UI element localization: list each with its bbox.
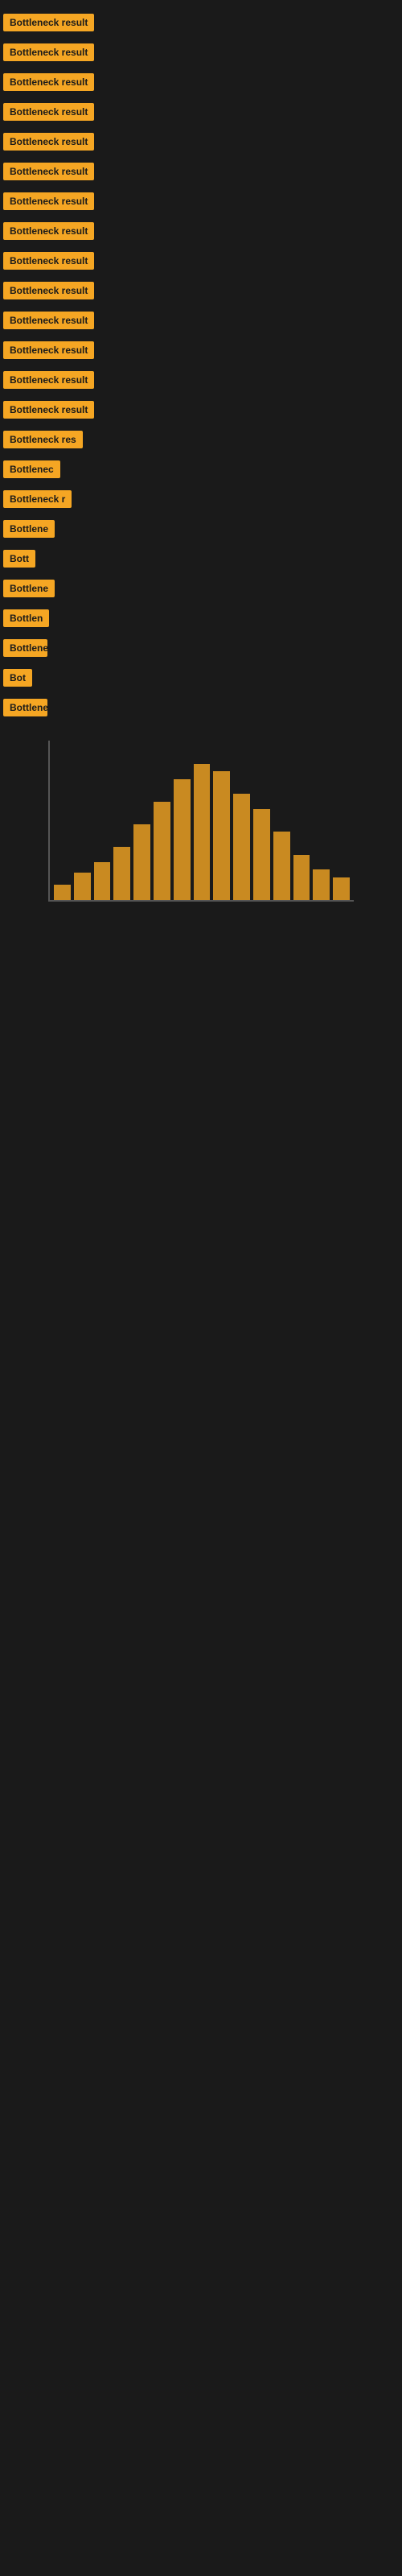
bottleneck-badge: Bottleneck result <box>3 133 94 151</box>
bottleneck-badge: Bott <box>3 550 35 568</box>
bottleneck-badge: Bottleneck result <box>3 282 94 299</box>
chart-bar <box>213 771 230 900</box>
list-item: Bottleneck result <box>0 248 402 278</box>
list-item: Bottleneck result <box>0 278 402 308</box>
bottleneck-badge: Bottleneck result <box>3 401 94 419</box>
bottleneck-badge: Bottleneck r <box>3 490 72 508</box>
bottleneck-badge: Bottleneck result <box>3 73 94 91</box>
bottleneck-badge: Bottleneck result <box>3 14 94 31</box>
bottleneck-list: Bottleneck result Bottleneck result Bottle… <box>0 10 402 724</box>
chart-bar <box>94 862 111 900</box>
list-item: Bottleneck result <box>0 218 402 248</box>
list-item: Bottlenec <box>0 456 402 486</box>
bottleneck-badge: Bottleneck result <box>3 103 94 121</box>
chart-bar <box>194 764 211 900</box>
bottleneck-badge: Bottlene <box>3 699 47 716</box>
chart-bars <box>48 741 354 902</box>
list-item: Bottleneck result <box>0 129 402 159</box>
list-item: Bottleneck result <box>0 99 402 129</box>
bottleneck-badge: Bottlene <box>3 520 55 538</box>
chart-bar <box>273 832 290 900</box>
chart-bar <box>54 885 71 900</box>
bottleneck-badge: Bottleneck result <box>3 252 94 270</box>
chart-bar <box>74 873 91 900</box>
list-item: Bott <box>0 546 402 576</box>
chart-bar <box>313 869 330 900</box>
bottleneck-badge: Bottleneck result <box>3 312 94 329</box>
list-item: Bottleneck result <box>0 367 402 397</box>
bottleneck-badge: Bot <box>3 669 32 687</box>
bottleneck-badge: Bottleneck result <box>3 371 94 389</box>
list-item: Bottlen <box>0 605 402 635</box>
list-item: Bottleneck result <box>0 69 402 99</box>
bottleneck-badge: Bottlen <box>3 609 49 627</box>
chart-bar <box>233 794 250 900</box>
list-item: Bottlene <box>0 516 402 546</box>
bottleneck-badge: Bottlene <box>3 580 55 597</box>
list-item: Bottleneck result <box>0 10 402 39</box>
chart-bar <box>293 855 310 900</box>
list-item: Bottleneck result <box>0 39 402 69</box>
chart-bar <box>174 779 191 900</box>
spacer: none <box>0 741 402 1063</box>
bottleneck-badge: Bottleneck result <box>3 43 94 61</box>
list-item: Bottleneck res <box>0 427 402 456</box>
list-item: Bottlene <box>0 695 402 724</box>
site-title <box>0 0 402 10</box>
bottleneck-badge: Bottleneck res <box>3 431 83 448</box>
chart-bar <box>253 809 270 900</box>
list-item: Bottleneck result <box>0 308 402 337</box>
chart-bar <box>154 802 170 900</box>
bottleneck-badge: Bottleneck result <box>3 222 94 240</box>
chart-bar <box>133 824 150 900</box>
list-item: Bottleneck r <box>0 486 402 516</box>
bottleneck-badge: Bottlenec <box>3 460 60 478</box>
bottleneck-badge: Bottleneck result <box>3 192 94 210</box>
list-item: Bottleneck result <box>0 188 402 218</box>
chart-bar <box>333 877 350 900</box>
chart-area <box>40 741 362 982</box>
list-item: Bottleneck result <box>0 159 402 188</box>
bottleneck-badge: Bottleneck result <box>3 341 94 359</box>
list-item: Bottleneck result <box>0 337 402 367</box>
list-item: Bottlene <box>0 576 402 605</box>
chart-bar <box>113 847 130 900</box>
list-item: Bottleneck <box>0 635 402 665</box>
bottleneck-badge: Bottleneck result <box>3 163 94 180</box>
bottleneck-badge: Bottleneck <box>3 639 47 657</box>
list-item: Bottleneck result <box>0 397 402 427</box>
list-item: Bot <box>0 665 402 695</box>
